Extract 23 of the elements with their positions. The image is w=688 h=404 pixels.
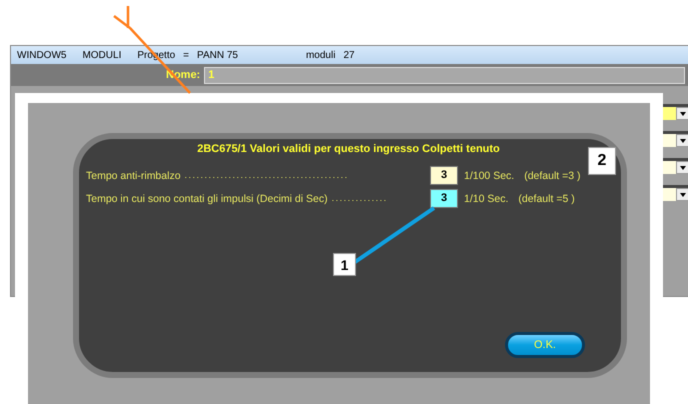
caret-icon [680, 112, 686, 116]
callout-label: 1 [333, 253, 356, 276]
default-label: (default =3 ) [524, 170, 581, 182]
caret-icon [680, 192, 686, 196]
callout-label: 2 [588, 147, 616, 175]
unit-label: 1/10 Sec. [464, 192, 508, 204]
caret-icon [680, 166, 686, 170]
setting-label: Tempo in cui sono contati gli impulsi (Decimi di Sec) [86, 192, 328, 204]
dialog-title: 2BC675/1 Valori validi per questo ingresso Colpetti tenuto [196, 143, 501, 155]
modules-value: 27 [343, 50, 355, 60]
modules-label: moduli [306, 50, 336, 60]
caret-icon [680, 138, 686, 142]
project-value: PANN 75 [197, 50, 238, 60]
menu-item[interactable]: WINDOW5 [17, 50, 66, 60]
value-field[interactable]: 3 [430, 189, 458, 208]
leader-dots: . . . . . . . . . . . . . . [332, 192, 386, 204]
default-label: (default =5 ) [518, 192, 575, 204]
leader-dots: . . . . . . . . . . . . . . . . . . . . . . . . . . . . . . . . . . . . . . . . . [184, 170, 347, 182]
menu-item[interactable]: MODULI [82, 50, 122, 60]
unit-label: 1/100 Sec. [464, 170, 514, 182]
equals-sign: = [183, 50, 190, 60]
setting-label: Tempo anti-rimbalzo [86, 170, 181, 182]
value-field[interactable]: 3 [430, 166, 458, 185]
